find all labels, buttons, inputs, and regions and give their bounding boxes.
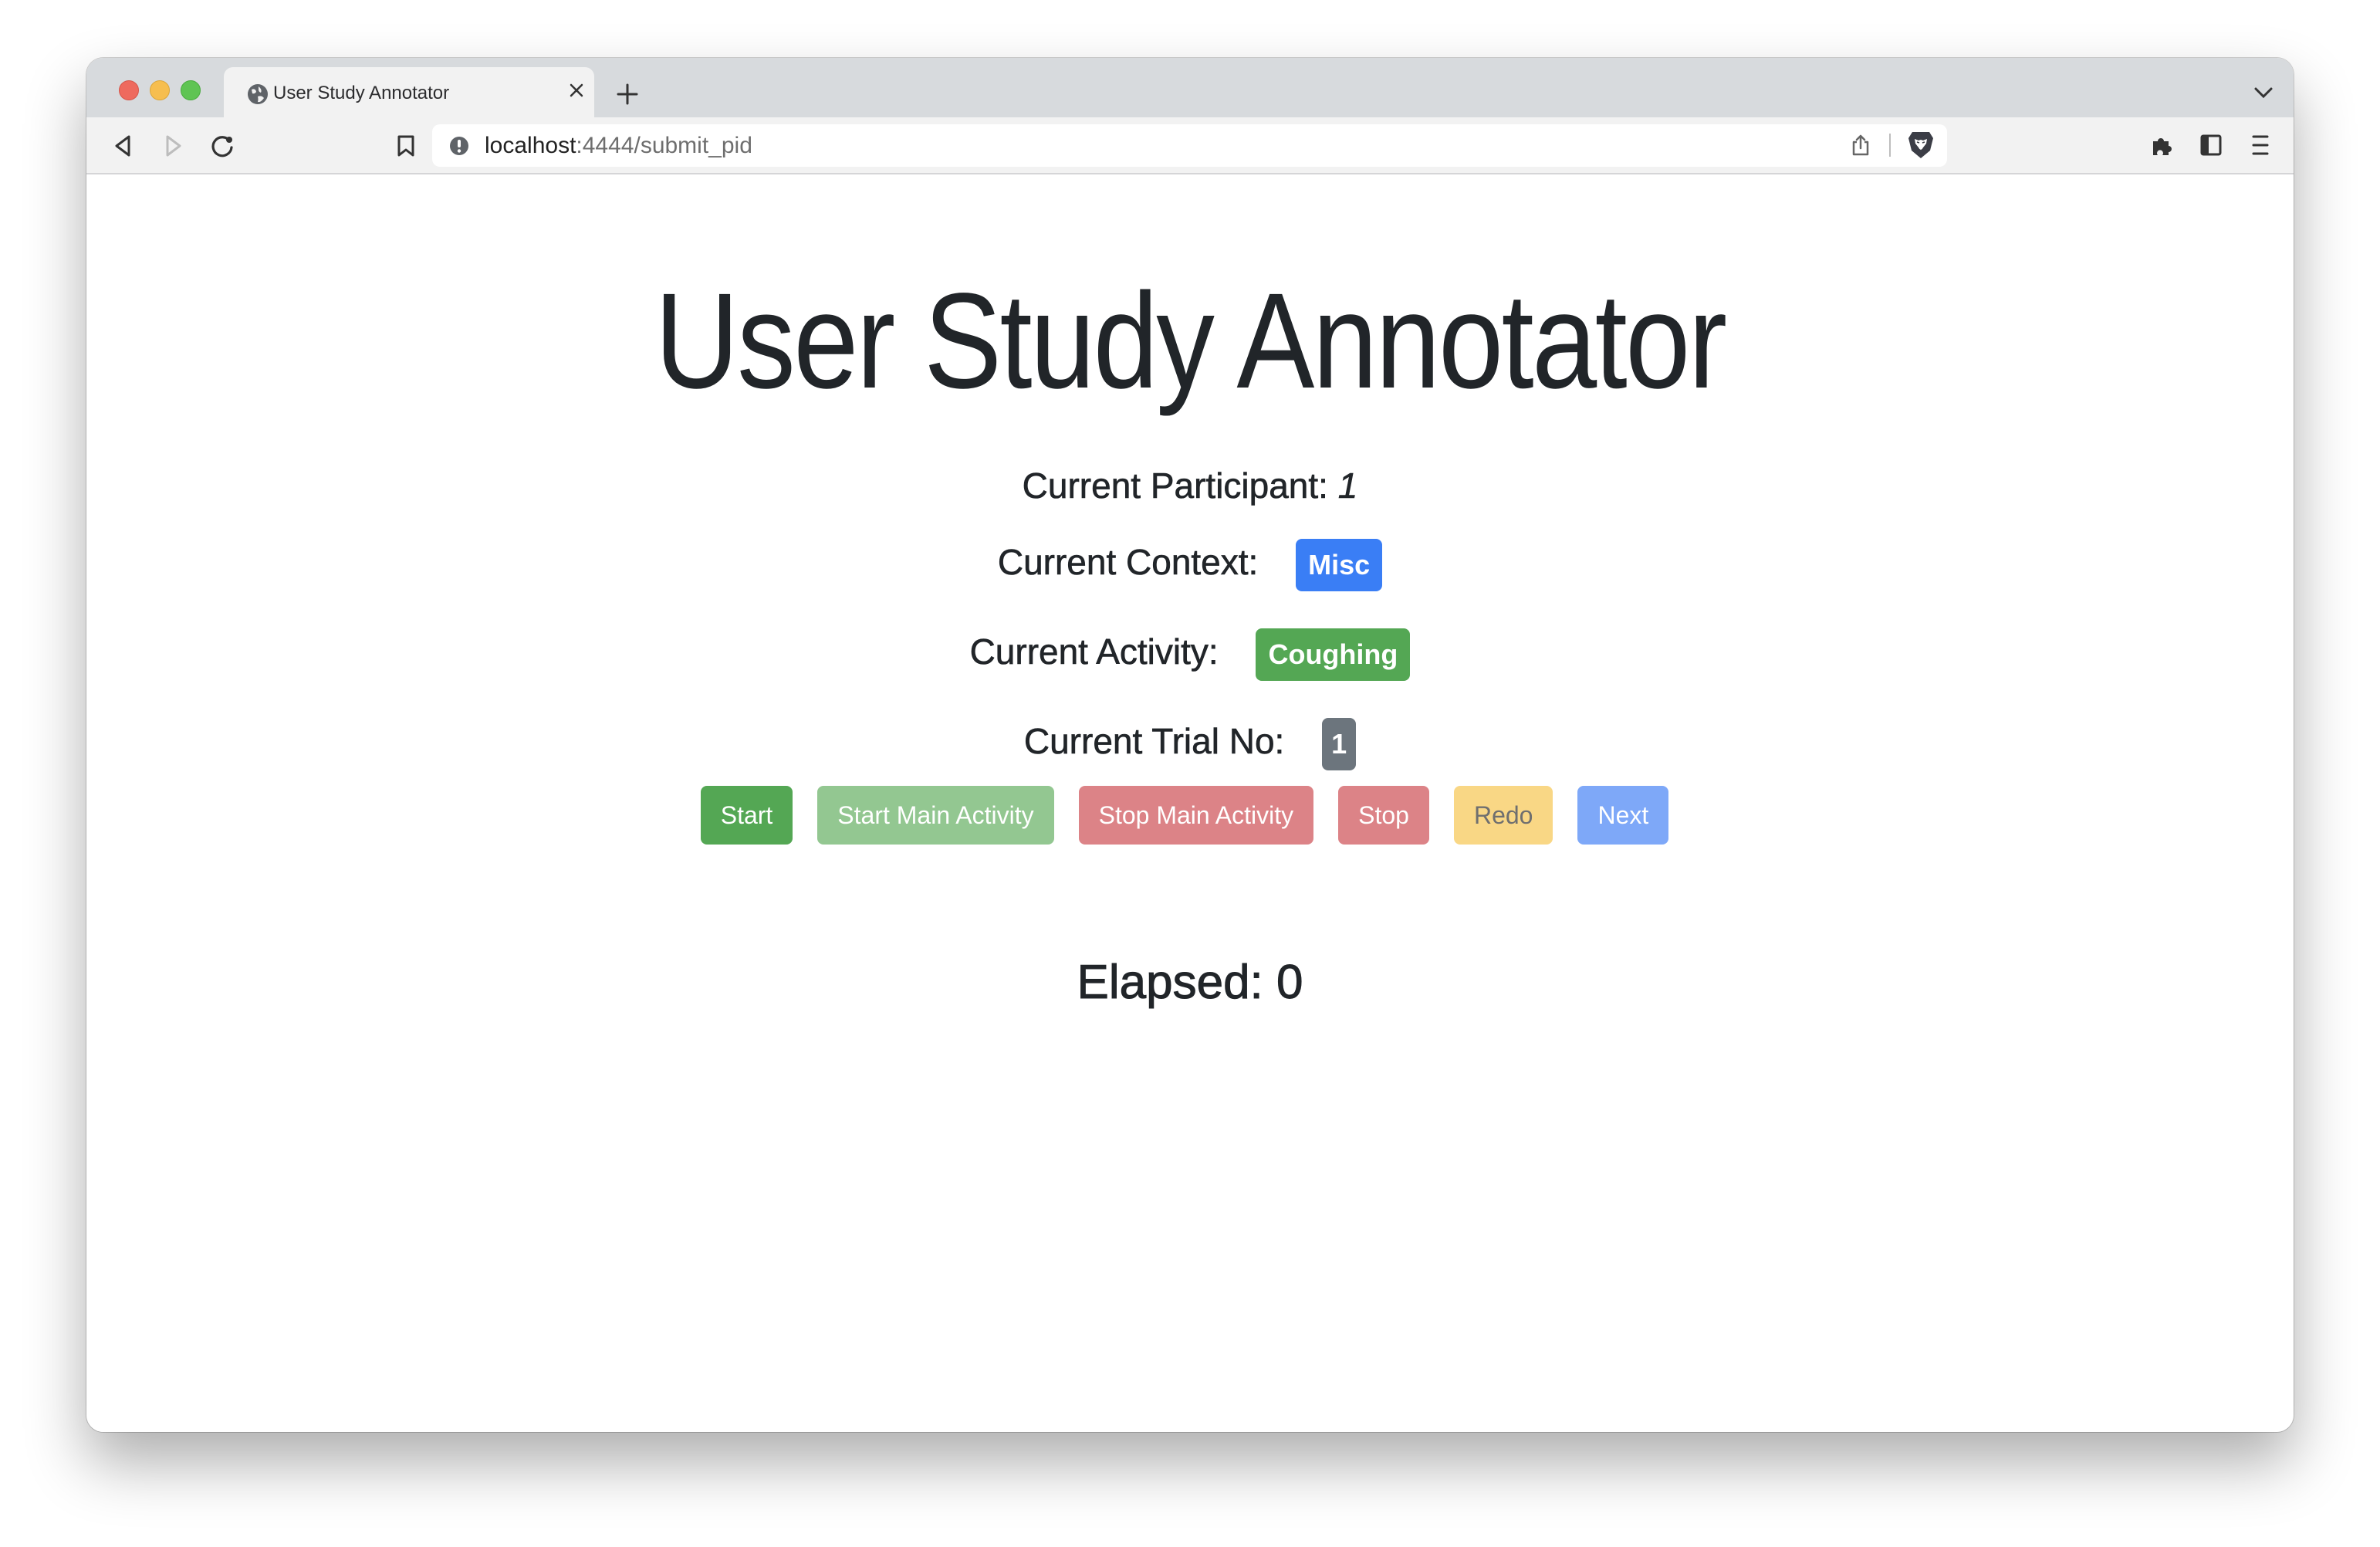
participant-value: 1: [1337, 465, 1358, 506]
trial-badge: 1: [1322, 718, 1357, 770]
address-bar[interactable]: localhost:4444/submit_pid: [432, 124, 1947, 167]
url-host: localhost: [485, 133, 576, 158]
trial-row: Current Trial No: 1: [86, 718, 2294, 770]
context-row: Current Context: Misc: [86, 539, 2294, 591]
url-text[interactable]: localhost:4444/submit_pid: [485, 133, 752, 159]
start-button[interactable]: Start: [700, 786, 793, 845]
reload-icon[interactable]: [210, 133, 236, 159]
sidebar-icon[interactable]: [2199, 134, 2223, 157]
participant-label: Current Participant:: [1022, 465, 1328, 506]
info-icon[interactable]: [449, 136, 469, 156]
tab-active[interactable]: User Study Annotator: [224, 67, 594, 117]
tab-bar: User Study Annotator: [86, 58, 2294, 117]
puzzle-icon[interactable]: [2150, 134, 2173, 157]
context-label: Current Context:: [997, 542, 1259, 583]
elapsed-label: Elapsed:: [1077, 956, 1263, 1010]
participant-row: Current Participant: 1: [86, 462, 2294, 509]
zoom-window-button[interactable]: [181, 80, 201, 100]
activity-badge: Coughing: [1256, 628, 1411, 681]
redo-button[interactable]: Redo: [1453, 786, 1553, 845]
page-content: User Study Annotator Current Participant…: [86, 174, 2294, 1432]
address-divider: [1889, 134, 1891, 157]
context-badge: Misc: [1296, 539, 1383, 591]
globe-icon: [248, 84, 268, 104]
control-buttons: Start Start Main Activity Stop Main Acti…: [86, 786, 2294, 845]
forward-icon[interactable]: [164, 134, 184, 157]
close-icon[interactable]: [568, 82, 585, 99]
brave-shields-icon[interactable]: [1908, 130, 1934, 160]
browser-window: User Study Annotator localhost:4444/subm…: [86, 58, 2294, 1432]
trial-label: Current Trial No:: [1023, 721, 1285, 762]
back-icon[interactable]: [113, 134, 133, 157]
next-button[interactable]: Next: [1577, 786, 1669, 845]
share-icon[interactable]: [1851, 134, 1871, 157]
menu-icon[interactable]: [2249, 134, 2272, 157]
plus-icon[interactable]: [616, 83, 639, 106]
toolbar: localhost:4444/submit_pid: [86, 117, 2294, 174]
elapsed-display: Elapsed: 0: [86, 952, 2294, 1014]
close-window-button[interactable]: [119, 80, 139, 100]
url-path: :4444/submit_pid: [576, 133, 752, 158]
activity-label: Current Activity:: [969, 631, 1219, 672]
activity-row: Current Activity: Coughing: [86, 628, 2294, 681]
tab-title: User Study Annotator: [273, 83, 450, 103]
chevron-down-icon[interactable]: [2253, 86, 2274, 100]
page-title: User Study Annotator: [654, 266, 1727, 417]
elapsed-value: 0: [1276, 956, 1303, 1010]
bookmark-icon[interactable]: [397, 134, 415, 157]
stop-main-activity-button[interactable]: Stop Main Activity: [1078, 786, 1314, 845]
stop-button[interactable]: Stop: [1338, 786, 1429, 845]
start-main-activity-button[interactable]: Start Main Activity: [817, 786, 1054, 845]
minimize-window-button[interactable]: [150, 80, 170, 100]
